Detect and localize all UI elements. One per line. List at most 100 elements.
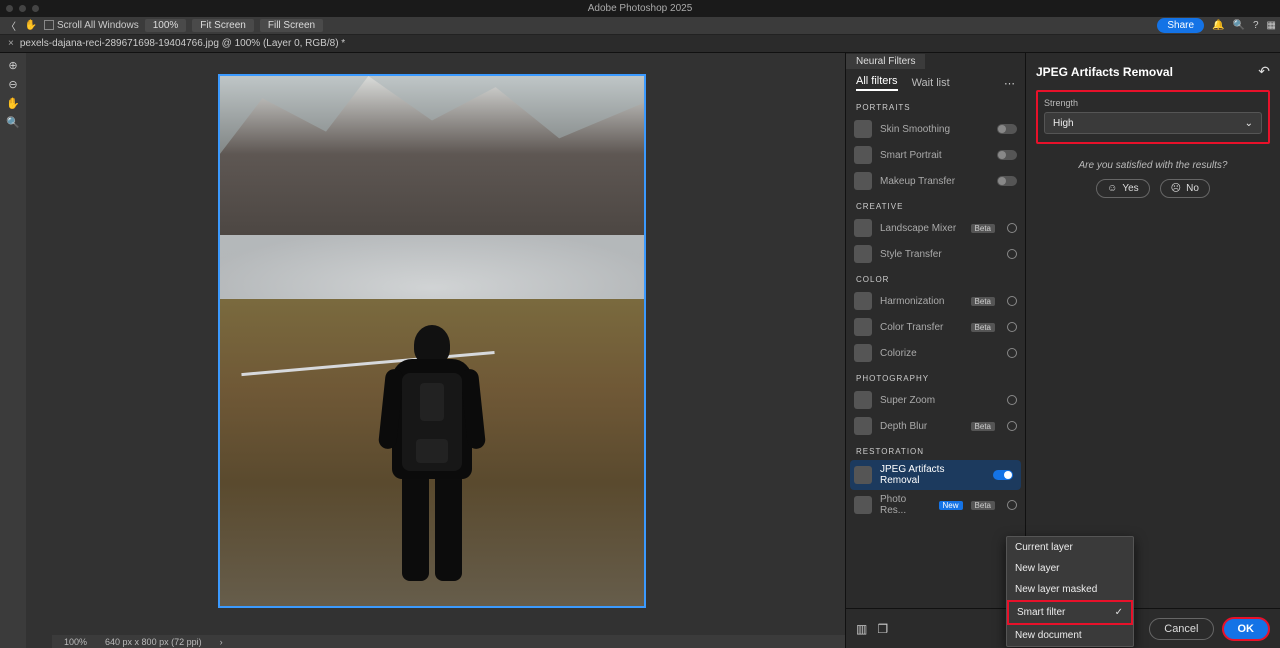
- options-bar: 〈 ✋ Scroll All Windows 100% Fit Screen F…: [0, 17, 1280, 35]
- feedback-no-button[interactable]: ☹ No: [1160, 179, 1210, 198]
- layers-icon[interactable]: ❐: [877, 622, 888, 636]
- toggle[interactable]: [993, 470, 1013, 480]
- close-tab-icon[interactable]: ×: [8, 38, 14, 49]
- beta-badge: Beta: [971, 501, 995, 510]
- ok-button[interactable]: OK: [1222, 617, 1271, 641]
- filter-label: Style Transfer: [880, 249, 942, 260]
- filter-color-transfer[interactable]: Color TransferBeta: [846, 314, 1025, 340]
- status-zoom[interactable]: 100%: [64, 637, 87, 647]
- left-tool-strip: ⊕ ⊖ ✋ 🔍: [0, 53, 26, 648]
- notifications-icon[interactable]: 🔔: [1212, 20, 1224, 31]
- fill-screen-button[interactable]: Fill Screen: [260, 19, 323, 32]
- output-option-smart-filter[interactable]: Smart filter ✓: [1007, 600, 1133, 625]
- section-creative: CREATIVE: [846, 194, 1025, 215]
- output-option-new-document[interactable]: New document: [1007, 625, 1133, 646]
- app-title: Adobe Photoshop 2025: [0, 3, 1280, 14]
- filter-label: JPEG Artifacts Removal: [880, 464, 973, 486]
- smile-icon: ☺: [1107, 183, 1117, 194]
- satisfaction-question: Are you satisfied with the results?: [1036, 160, 1270, 171]
- filter-label: Harmonization: [880, 296, 944, 307]
- filter-label: Makeup Transfer: [880, 176, 955, 187]
- filter-label: Depth Blur: [880, 421, 927, 432]
- strength-value: High: [1053, 118, 1074, 129]
- help-icon[interactable]: ?: [1253, 20, 1259, 31]
- filter-label: Skin Smoothing: [880, 124, 950, 135]
- output-menu[interactable]: Current layer New layer New layer masked…: [1006, 536, 1134, 647]
- filter-jpeg-artifacts[interactable]: JPEG Artifacts Removal: [850, 460, 1021, 490]
- filter-list-column: Neural Filters All filters Wait list ⋯ P…: [846, 53, 1026, 648]
- checkmark-icon: ✓: [1115, 607, 1123, 618]
- filter-label: Super Zoom: [880, 395, 935, 406]
- preview-split-icon[interactable]: ▥: [856, 622, 867, 636]
- canvas-area: ⊕ ⊖ ✋ 🔍 100% 640 px x 800 px (72 ppi) ›: [0, 53, 845, 648]
- beta-badge: Beta: [971, 224, 995, 233]
- filter-super-zoom[interactable]: Super Zoom: [846, 387, 1025, 413]
- enable-indicator[interactable]: [1007, 249, 1017, 259]
- section-portraits: PORTRAITS: [846, 95, 1025, 116]
- filter-landscape-mixer[interactable]: Landscape Mixer Beta: [846, 215, 1025, 241]
- filter-photo-restoration[interactable]: Photo Res... New Beta: [846, 490, 1025, 520]
- filter-colorize[interactable]: Colorize: [846, 340, 1025, 366]
- filter-label: Photo Res...: [880, 494, 931, 516]
- strength-control-highlight: Strength High ⌄: [1036, 90, 1270, 144]
- cancel-button[interactable]: Cancel: [1149, 618, 1213, 640]
- enable-indicator[interactable]: [1007, 296, 1017, 306]
- filter-label: Colorize: [880, 348, 917, 359]
- document-tab-bar: × pexels-dajana-reci-289671698-19404766.…: [0, 35, 1280, 53]
- frown-icon: ☹: [1171, 183, 1181, 194]
- scroll-all-label: Scroll All Windows: [57, 20, 139, 31]
- output-option-new-layer-masked[interactable]: New layer masked: [1007, 579, 1133, 600]
- canvas-viewport[interactable]: 100% 640 px x 800 px (72 ppi) ›: [26, 53, 845, 648]
- filter-depth-blur[interactable]: Depth BlurBeta: [846, 413, 1025, 439]
- scroll-all-windows-checkbox[interactable]: Scroll All Windows: [44, 20, 139, 31]
- toggle[interactable]: [997, 176, 1017, 186]
- filter-label: Landscape Mixer: [880, 223, 956, 234]
- filter-label: Smart Portrait: [880, 150, 942, 161]
- status-dimensions: 640 px x 800 px (72 ppi): [105, 637, 202, 647]
- more-icon[interactable]: ⋯: [1004, 77, 1015, 90]
- search-icon[interactable]: 🔍: [1233, 20, 1245, 31]
- filter-makeup-transfer[interactable]: Makeup Transfer: [846, 168, 1025, 194]
- option-label: Smart filter: [1017, 607, 1065, 618]
- hand-tool-icon[interactable]: ✋: [24, 20, 38, 31]
- output-option-new-layer[interactable]: New layer: [1007, 558, 1133, 579]
- strength-label: Strength: [1044, 98, 1262, 108]
- image-canvas[interactable]: [218, 74, 646, 608]
- magnifier-icon[interactable]: 🔍: [6, 116, 20, 129]
- workspace-icon[interactable]: ▦: [1267, 20, 1276, 31]
- filters-scroll[interactable]: PORTRAITS Skin Smoothing Smart Portrait …: [846, 95, 1025, 648]
- enable-indicator[interactable]: [1007, 223, 1017, 233]
- filter-harmonization[interactable]: HarmonizationBeta: [846, 288, 1025, 314]
- filter-smart-portrait[interactable]: Smart Portrait: [846, 142, 1025, 168]
- zoom-out-icon[interactable]: ⊖: [8, 78, 17, 91]
- status-chevron-icon[interactable]: ›: [220, 637, 223, 647]
- neural-filters-tab[interactable]: Neural Filters: [846, 54, 925, 69]
- no-label: No: [1186, 183, 1199, 194]
- beta-badge: Beta: [971, 323, 995, 332]
- document-tab[interactable]: × pexels-dajana-reci-289671698-19404766.…: [0, 38, 353, 49]
- home-button[interactable]: 〈: [4, 18, 18, 33]
- toggle[interactable]: [997, 150, 1017, 160]
- enable-indicator[interactable]: [1007, 322, 1017, 332]
- zoom-in-icon[interactable]: ⊕: [8, 59, 17, 72]
- reset-icon[interactable]: ↶: [1258, 63, 1270, 80]
- hand-icon[interactable]: ✋: [6, 97, 20, 110]
- strength-select[interactable]: High ⌄: [1044, 112, 1262, 134]
- tab-wait-list[interactable]: Wait list: [912, 77, 950, 89]
- zoom-percent[interactable]: 100%: [145, 19, 187, 32]
- fit-screen-button[interactable]: Fit Screen: [192, 19, 254, 32]
- section-color: COLOR: [846, 267, 1025, 288]
- chevron-down-icon: ⌄: [1245, 118, 1253, 129]
- output-option-current-layer[interactable]: Current layer: [1007, 537, 1133, 558]
- filter-style-transfer[interactable]: Style Transfer: [846, 241, 1025, 267]
- enable-indicator[interactable]: [1007, 421, 1017, 431]
- share-button[interactable]: Share: [1157, 18, 1204, 33]
- feedback-yes-button[interactable]: ☺Yes: [1096, 179, 1150, 198]
- toggle[interactable]: [997, 124, 1017, 134]
- filter-skin-smoothing[interactable]: Skin Smoothing: [846, 116, 1025, 142]
- new-badge: New: [939, 501, 963, 510]
- tab-all-filters[interactable]: All filters: [856, 75, 898, 91]
- enable-indicator[interactable]: [1007, 395, 1017, 405]
- enable-indicator[interactable]: [1007, 348, 1017, 358]
- enable-indicator[interactable]: [1007, 500, 1017, 510]
